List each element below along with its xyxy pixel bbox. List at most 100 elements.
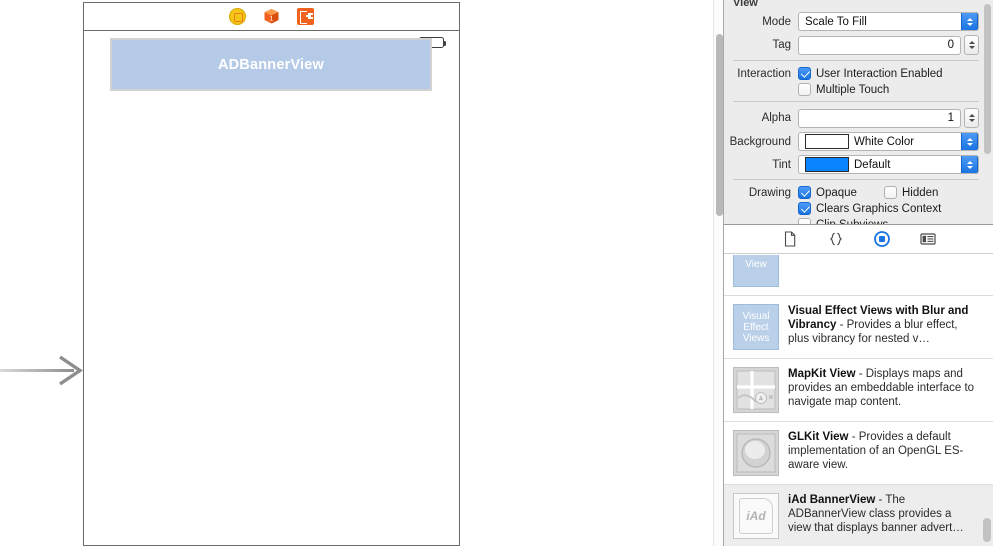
tint-color-value: Default xyxy=(854,158,891,171)
inspector-row-multiple-touch[interactable]: Multiple Touch xyxy=(724,83,993,96)
tint-color-swatch[interactable] xyxy=(805,157,849,172)
mode-chevron-icon[interactable] xyxy=(961,13,978,30)
inspector-row-background[interactable]: Background White Color xyxy=(724,132,993,151)
library-item-thumbnail: Visual Effect Views xyxy=(733,304,779,350)
opaque-checkbox[interactable]: Opaque xyxy=(798,186,884,199)
exit-icon[interactable] xyxy=(297,8,314,25)
library-item-title: MapKit View xyxy=(788,368,856,380)
list-item[interactable]: Visual Effect Views Visual Effect Views … xyxy=(724,296,993,359)
opaque-label: Opaque xyxy=(816,186,857,199)
library-item-thumbnail xyxy=(733,430,779,476)
alpha-stepper[interactable] xyxy=(964,108,979,128)
alpha-input[interactable]: 1 xyxy=(798,108,961,128)
view-controller-icon[interactable] xyxy=(229,8,246,25)
library-item-title: GLKit View xyxy=(788,431,849,443)
inspector-row-clears-graphics-context[interactable]: Clears Graphics Context xyxy=(724,202,993,215)
inspector-row-drawing[interactable]: Drawing Opaque Hidden xyxy=(724,186,993,199)
storyboard-canvas[interactable]: 1 ADBannerView xyxy=(0,0,723,546)
inspector-divider xyxy=(733,179,979,180)
code-snippet-library-icon[interactable] xyxy=(827,230,845,248)
multiple-touch-checkbox[interactable]: Multiple Touch xyxy=(798,83,889,96)
checkbox-icon[interactable] xyxy=(798,202,811,215)
hidden-label: Hidden xyxy=(902,186,939,199)
library-item-text: MapKit View - Displays maps and provides… xyxy=(788,367,975,413)
inspector-row-alpha[interactable]: Alpha 1 xyxy=(724,108,993,128)
library-vertical-scrollbar[interactable] xyxy=(983,259,991,542)
interaction-label: Interaction xyxy=(737,67,791,80)
inspector-section-title-view: View xyxy=(733,0,758,9)
media-library-icon[interactable] xyxy=(919,230,937,248)
library-item-title: iAd BannerView xyxy=(788,494,876,506)
library-item-text: Visual Effect Views with Blur and Vibran… xyxy=(788,304,975,350)
list-item[interactable]: iAd iAd BannerView - The ADBannerView cl… xyxy=(724,485,993,546)
inspector-divider xyxy=(733,60,979,61)
mode-label: Mode xyxy=(762,15,791,28)
hidden-checkbox[interactable]: Hidden xyxy=(884,186,938,199)
library-item-thumbnail: View xyxy=(733,255,779,287)
inspector-row-mode[interactable]: Mode Scale To Fill xyxy=(724,12,993,31)
library-item-text: iAd BannerView - The ADBannerView class … xyxy=(788,493,975,539)
background-chevron-icon[interactable] xyxy=(961,133,978,150)
canvas-scrollbar-thumb[interactable] xyxy=(716,34,723,216)
library-item-thumbnail xyxy=(733,367,779,413)
background-label: Background xyxy=(729,135,791,148)
background-color-value: White Color xyxy=(854,135,915,148)
library-item-text: Provides a blur effect xyxy=(788,255,896,287)
checkbox-icon[interactable] xyxy=(798,67,811,80)
checkbox-icon[interactable] xyxy=(798,83,811,96)
drawing-label: Drawing xyxy=(748,186,791,199)
library-item-text: GLKit View - Provides a default implemen… xyxy=(788,430,975,476)
attributes-inspector[interactable]: View Mode Scale To Fill Tag 0 Interactio… xyxy=(723,0,993,224)
library-item-thumbnail-label: Visual Effect Views xyxy=(742,310,770,344)
tag-label: Tag xyxy=(772,39,791,51)
inspector-row-tint[interactable]: Tint Default xyxy=(724,155,993,174)
clears-graphics-context-checkbox[interactable]: Clears Graphics Context xyxy=(798,202,941,215)
alpha-value: 1 xyxy=(947,112,954,124)
clears-graphics-context-label: Clears Graphics Context xyxy=(816,202,942,215)
view-controller-frame[interactable]: 1 ADBannerView xyxy=(83,2,460,546)
library-item-thumbnail: iAd xyxy=(733,493,779,539)
adbannerview-placeholder[interactable]: ADBannerView xyxy=(110,38,432,91)
multiple-touch-label: Multiple Touch xyxy=(816,83,890,96)
tint-color-popup[interactable]: Default xyxy=(798,155,979,174)
tag-input[interactable]: 0 xyxy=(798,35,961,55)
mode-popup-button[interactable]: Scale To Fill xyxy=(798,12,979,31)
checkbox-icon[interactable] xyxy=(798,186,811,199)
file-template-library-icon[interactable] xyxy=(781,230,799,248)
list-item[interactable]: GLKit View - Provides a default implemen… xyxy=(724,422,993,485)
object-library-icon[interactable] xyxy=(873,230,891,248)
canvas-vertical-scrollbar[interactable] xyxy=(713,0,723,546)
adbannerview-label: ADBannerView xyxy=(217,56,325,73)
library-scrollbar-thumb[interactable] xyxy=(983,518,991,542)
initial-view-controller-arrow xyxy=(0,353,84,389)
checkbox-icon[interactable] xyxy=(884,186,897,199)
tag-stepper[interactable] xyxy=(964,35,979,55)
sphere-icon xyxy=(736,433,776,473)
inspector-divider xyxy=(733,101,979,102)
tag-value: 0 xyxy=(947,39,954,51)
first-responder-icon[interactable]: 1 xyxy=(263,8,280,25)
inspector-scrollbar-thumb[interactable] xyxy=(984,4,991,154)
background-color-swatch[interactable] xyxy=(805,134,849,149)
library-tab-bar[interactable] xyxy=(724,225,993,254)
object-library-list[interactable]: View Provides a blur effect Visual Effec… xyxy=(724,255,993,546)
background-color-popup[interactable]: White Color xyxy=(798,132,979,151)
inspector-row-tag[interactable]: Tag 0 xyxy=(724,35,993,55)
user-interaction-enabled-checkbox[interactable]: User Interaction Enabled xyxy=(798,67,943,80)
map-icon xyxy=(736,370,776,410)
xcode-interface-builder-window: 1 ADBannerView View Mode Scale To Fill T… xyxy=(0,0,993,546)
library-panel[interactable]: View Provides a blur effect Visual Effec… xyxy=(723,224,993,546)
user-interaction-enabled-label: User Interaction Enabled xyxy=(816,67,943,80)
mode-value: Scale To Fill xyxy=(805,15,867,28)
tint-chevron-icon[interactable] xyxy=(961,156,978,173)
list-item[interactable]: MapKit View - Displays maps and provides… xyxy=(724,359,993,422)
inspector-vertical-scrollbar[interactable] xyxy=(984,4,991,212)
list-item[interactable]: View Provides a blur effect xyxy=(724,255,993,296)
tint-label: Tint xyxy=(772,158,791,171)
library-item-thumbnail-label: View xyxy=(745,258,767,270)
inspector-row-interaction[interactable]: Interaction User Interaction Enabled xyxy=(724,67,993,80)
alpha-label: Alpha xyxy=(761,112,791,124)
library-item-thumbnail-label: iAd xyxy=(739,498,773,534)
svg-text:1: 1 xyxy=(270,16,274,23)
scene-dock[interactable]: 1 xyxy=(84,3,459,31)
